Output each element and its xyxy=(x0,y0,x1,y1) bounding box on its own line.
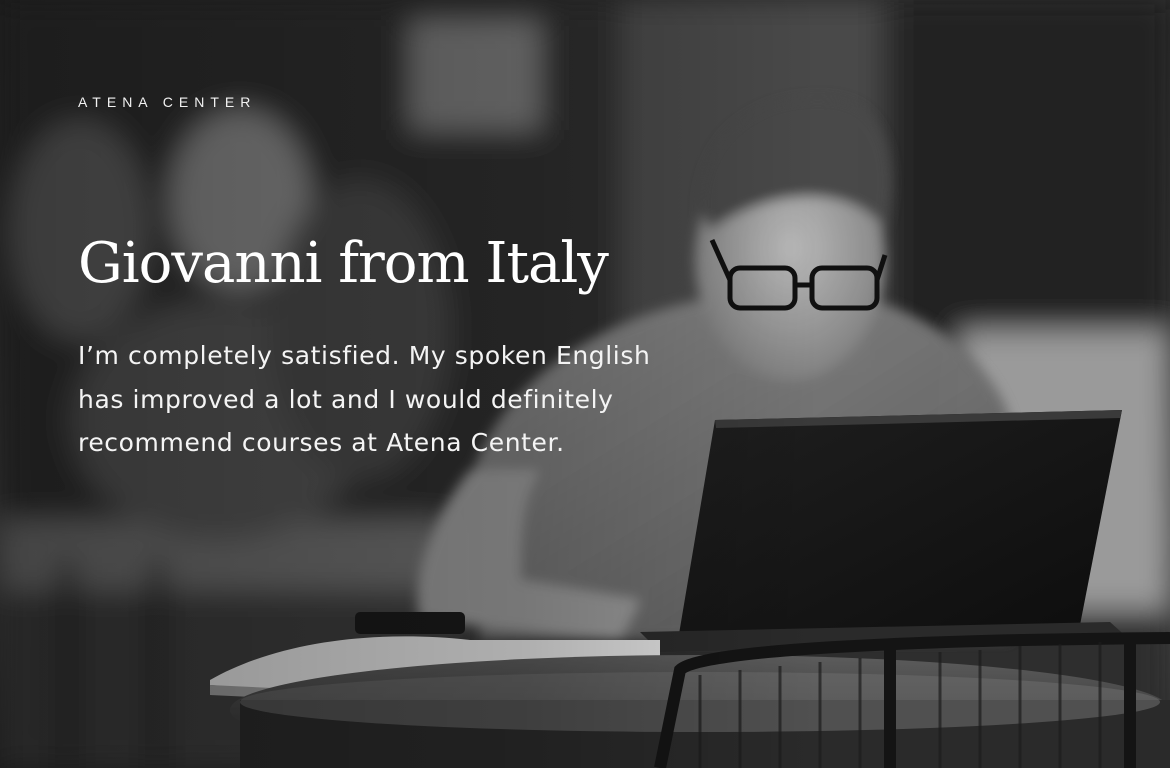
brand-name: ATENA CENTER xyxy=(78,94,257,110)
testimonial-banner: ATENA CENTER Giovanni from Italy I’m com… xyxy=(0,0,1170,768)
testimonial-title: Giovanni from Italy xyxy=(78,231,609,296)
testimonial-quote: I’m completely satisfied. My spoken Engl… xyxy=(78,341,651,457)
